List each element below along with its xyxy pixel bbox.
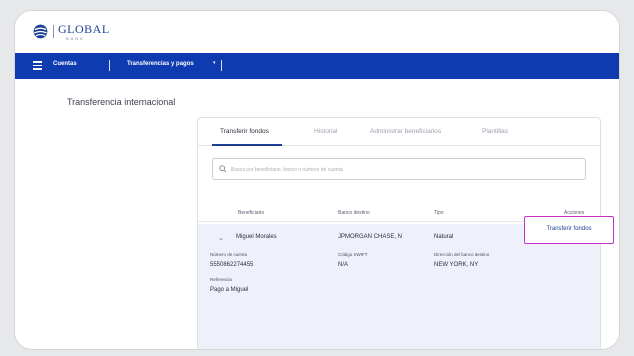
tab-bar: Transferir fondos Historial Administrar … (198, 118, 600, 146)
nav-divider (109, 60, 110, 71)
search-box[interactable] (212, 158, 586, 180)
header-beneficiario[interactable]: Beneficiario (238, 210, 264, 216)
globe-logo-icon (33, 24, 48, 39)
search-icon (219, 165, 227, 173)
transferir-fondos-button[interactable]: Transferir fondos (524, 216, 614, 244)
header-tipo: Tipo (434, 210, 444, 216)
label-direccion: Dirección del banco destino (434, 252, 490, 257)
logo-divider (53, 25, 54, 38)
tab-plantillas[interactable]: Plantillas (482, 128, 508, 135)
logo-bar: GLOBAL BANK (15, 11, 619, 53)
tab-transferir-fondos[interactable]: Transferir fondos (220, 128, 269, 135)
label-numero-cuenta: Número de cuenta (210, 252, 248, 257)
label-swift: Código SWIFT (338, 252, 368, 257)
tab-historial[interactable]: Historial (314, 128, 337, 135)
value-direccion: NEW YORK, NY (434, 262, 479, 268)
transfer-card: Transferir fondos Historial Administrar … (197, 117, 614, 349)
page-title: Transferencia internacional (67, 97, 176, 107)
menu-icon[interactable] (33, 61, 42, 70)
brand-name: GLOBAL (58, 22, 110, 36)
nav-divider (221, 60, 222, 71)
value-numero-cuenta: 5550862274455 (210, 262, 254, 268)
brand-sub: BANK (66, 36, 85, 41)
cell-tipo: Natural (434, 234, 454, 240)
value-referencia: Pago a Miguel (210, 287, 249, 293)
cell-beneficiario: Miguel Morales (236, 234, 277, 240)
header-banco-destino[interactable]: Banco destino (338, 210, 370, 216)
cell-banco: JPMORGAN CHASE, N (338, 234, 403, 240)
label-referencia: Referencia (210, 277, 232, 282)
active-tab-indicator (212, 144, 282, 146)
nav-cuentas[interactable]: Cuentas (53, 61, 77, 67)
value-swift: N/A (338, 262, 349, 268)
search-input[interactable] (231, 163, 571, 176)
top-navbar: Cuentas Transferencias y pagos ▾ (15, 53, 619, 79)
chevron-down-icon[interactable]: ⌄ (218, 234, 224, 242)
app-window: GLOBAL BANK Cuentas Transferencias y pag… (14, 10, 620, 350)
chevron-down-icon[interactable]: ▾ (213, 60, 216, 66)
nav-transferencias[interactable]: Transferencias y pagos (127, 61, 194, 67)
tab-administrar-beneficiarios[interactable]: Administrar beneficiarios (370, 128, 441, 135)
